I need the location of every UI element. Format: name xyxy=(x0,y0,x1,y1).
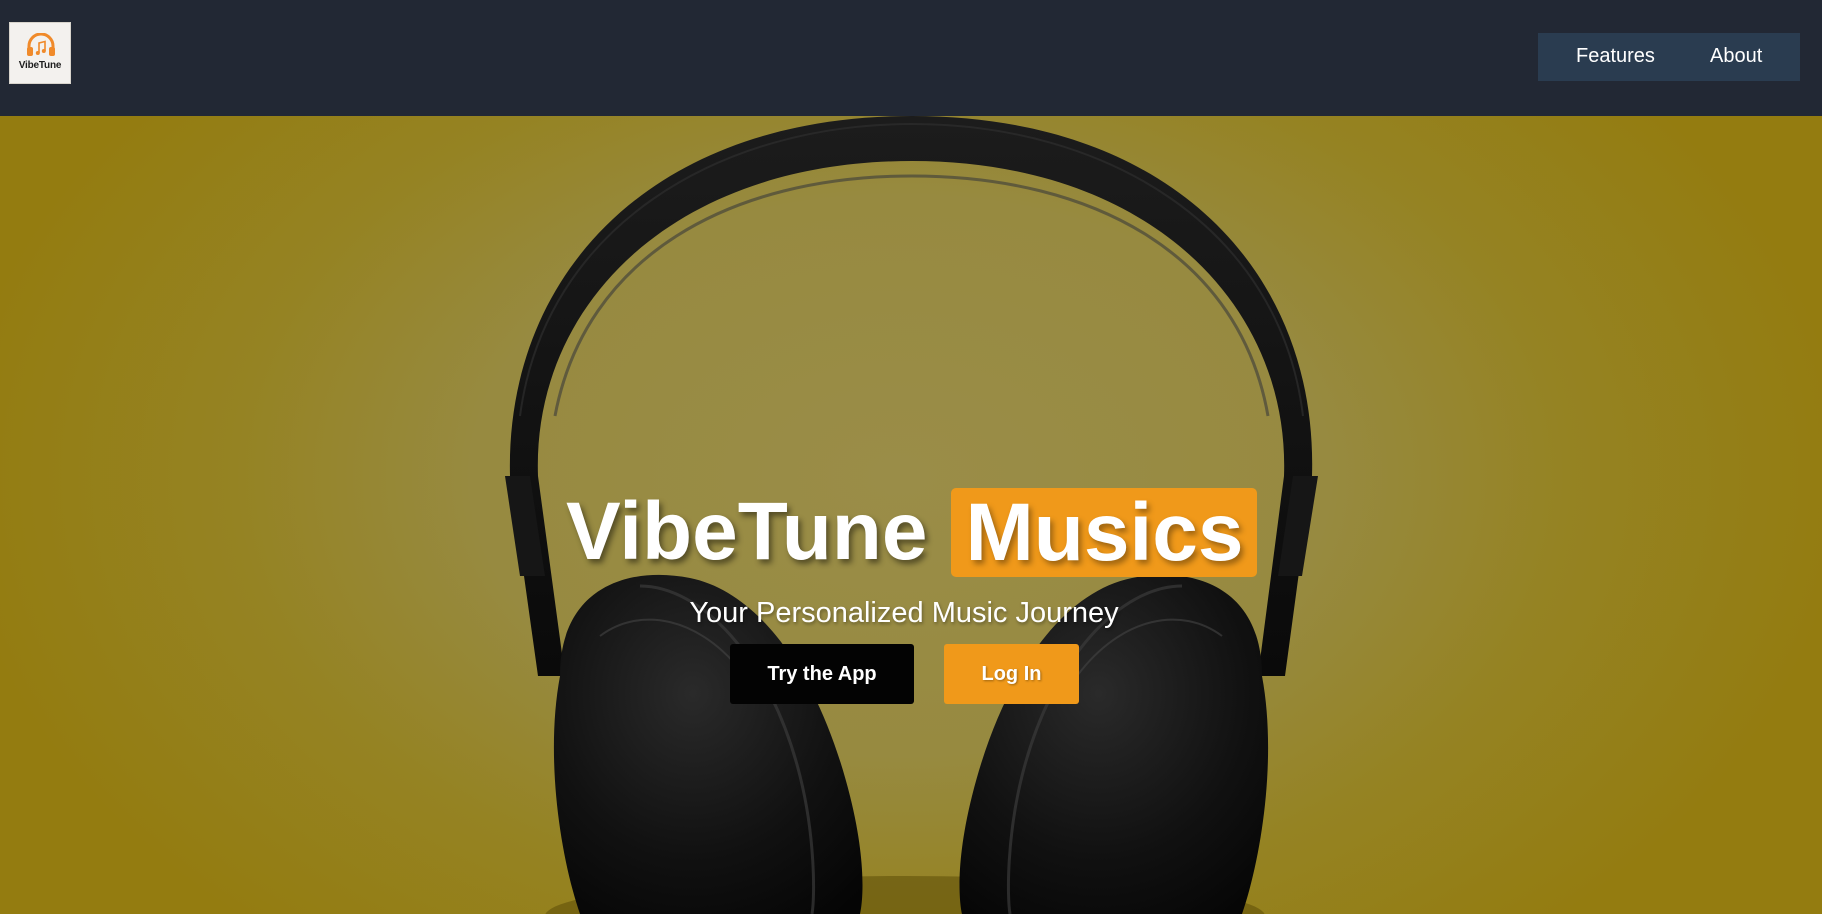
logo-text: VibeTune xyxy=(18,60,62,71)
hero-title-main: VibeTune xyxy=(566,486,928,577)
try-app-button[interactable]: Try the App xyxy=(730,644,914,704)
hero-title-accent: Musics xyxy=(951,487,1258,577)
nav-item-about[interactable]: About xyxy=(1710,45,1762,68)
page: VibeTune Features About VibeTune Musics … xyxy=(0,0,1822,914)
site-header: VibeTune Features About xyxy=(0,0,1822,116)
headphones-music-note-icon xyxy=(27,33,55,56)
main-nav: Features About xyxy=(1538,33,1800,81)
nav-item-features[interactable]: Features xyxy=(1576,45,1655,68)
hero-subtitle: Your Personalized Music Journey xyxy=(689,597,1119,629)
hero-section: VibeTune Musics Your Personalized Music … xyxy=(0,116,1822,914)
login-button[interactable]: Log In xyxy=(944,644,1079,704)
hero-title: VibeTune Musics xyxy=(566,482,1258,582)
logo[interactable]: VibeTune xyxy=(9,22,71,84)
